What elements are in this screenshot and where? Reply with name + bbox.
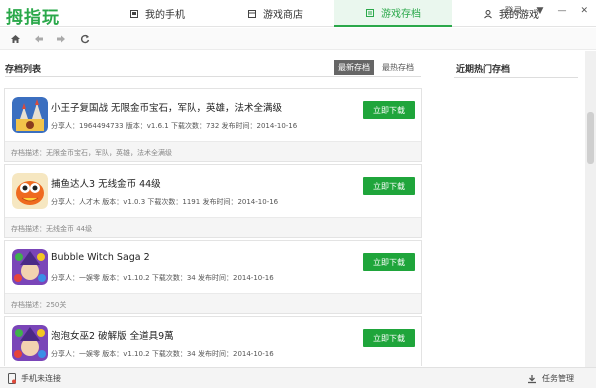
tab-my-phone[interactable]: 我的手机 (98, 0, 216, 27)
witch-game-icon (12, 249, 48, 285)
save-description: 存档描述：250关 (5, 293, 421, 313)
login-link[interactable]: 登录 (505, 4, 523, 17)
user-icon (484, 9, 492, 18)
main-nav: 我的手机 游戏商店 游戏存档 我的游戏 (98, 0, 570, 27)
home-icon[interactable] (8, 32, 22, 46)
divider (454, 77, 578, 78)
list-item: Bubble Witch Saga 2 分享人：一娱零 版本：v1.10.2 下… (4, 240, 422, 314)
save-list: 小王子复国战 无限金币宝石，军队，英雄，法术全满级 分享人：1964494733… (4, 82, 422, 366)
list-item: 捕鱼达人3 无线金币 44级 分享人：人才木 版本：v1.0.3 下载次数：11… (4, 164, 422, 238)
app-logo[interactable]: 拇指玩 (6, 3, 60, 28)
phone-icon (130, 9, 138, 18)
hot-saves-title: 近期热门存档 (456, 65, 511, 75)
scrollbar-thumb[interactable] (587, 112, 594, 164)
minimize-button[interactable]: — (557, 6, 566, 16)
fish-game-icon (12, 173, 48, 209)
forward-icon[interactable] (54, 32, 68, 46)
save-description: 存档描述：无线金币 44级 (5, 217, 421, 237)
download-icon (528, 374, 536, 383)
tab-label: 我的手机 (145, 10, 185, 21)
save-title[interactable]: 小王子复国战 无限金币宝石，军队，英雄，法术全满级 (51, 100, 282, 114)
witch-game-icon (12, 325, 48, 361)
list-item: 小王子复国战 无限金币宝石，军队，英雄，法术全满级 分享人：1964494733… (4, 88, 422, 162)
task-manager-button[interactable]: 任务管理 (527, 373, 574, 384)
save-title[interactable]: 泡泡女巫2 破解版 全道具9萬 (51, 328, 174, 342)
save-meta: 分享人：一娱零 版本：v1.10.2 下载次数：34 发布时间：2014-10-… (51, 350, 274, 358)
close-button[interactable]: ✕ (580, 6, 588, 16)
status-bar: 手机未连接 任务管理 (0, 367, 596, 388)
sort-latest-tab[interactable]: 最新存档 (334, 60, 374, 75)
top-bar: 拇指玩 我的手机 游戏商店 游戏存档 我的游戏 登录 ▼ — ✕ (0, 0, 596, 28)
store-icon (248, 9, 256, 18)
save-meta: 分享人：一娱零 版本：v1.10.2 下载次数：34 发布时间：2014-10-… (51, 274, 274, 282)
tab-game-saves[interactable]: 游戏存档 (334, 0, 452, 27)
tab-game-store[interactable]: 游戏商店 (216, 0, 334, 27)
phone-status-label: 手机未连接 (21, 374, 61, 383)
save-title[interactable]: 捕鱼达人3 无线金币 44级 (51, 176, 161, 190)
refresh-icon[interactable] (78, 32, 92, 46)
sort-tabs: 最新存档 最热存档 (334, 60, 418, 75)
phone-disconnected-icon (8, 373, 16, 384)
download-button[interactable]: 立即下载 (363, 177, 415, 195)
divider (5, 76, 421, 77)
back-icon[interactable] (32, 32, 46, 46)
phone-status[interactable]: 手机未连接 (8, 373, 61, 384)
sort-hot-tab[interactable]: 最热存档 (378, 60, 418, 75)
download-button[interactable]: 立即下载 (363, 329, 415, 347)
tab-label: 游戏商店 (263, 10, 303, 21)
save-description: 存档描述：无限金币宝石，军队，英雄，法术全满级 (5, 141, 421, 161)
download-button[interactable]: 立即下载 (363, 101, 415, 119)
list-item: 泡泡女巫2 破解版 全道具9萬 分享人：一娱零 版本：v1.10.2 下载次数：… (4, 316, 422, 366)
castle-game-icon (12, 97, 48, 133)
save-list-title: 存档列表 (5, 65, 42, 75)
tab-label: 游戏存档 (381, 9, 421, 20)
window-controls: 登录 ▼ — ✕ (505, 4, 588, 18)
browser-toolbar (0, 28, 596, 50)
save-title[interactable]: Bubble Witch Saga 2 (51, 252, 150, 263)
save-meta: 分享人：人才木 版本：v1.0.3 下载次数：1191 发布时间：2014-10… (51, 198, 279, 206)
download-button[interactable]: 立即下载 (363, 253, 415, 271)
archive-icon (366, 8, 374, 17)
save-meta: 分享人：1964494733 版本：v1.6.1 下载次数：732 发布时间：2… (51, 122, 298, 130)
menu-dropdown-icon[interactable]: ▼ (537, 6, 544, 16)
scrollbar-track[interactable] (585, 51, 596, 367)
task-manager-label: 任务管理 (542, 374, 574, 383)
